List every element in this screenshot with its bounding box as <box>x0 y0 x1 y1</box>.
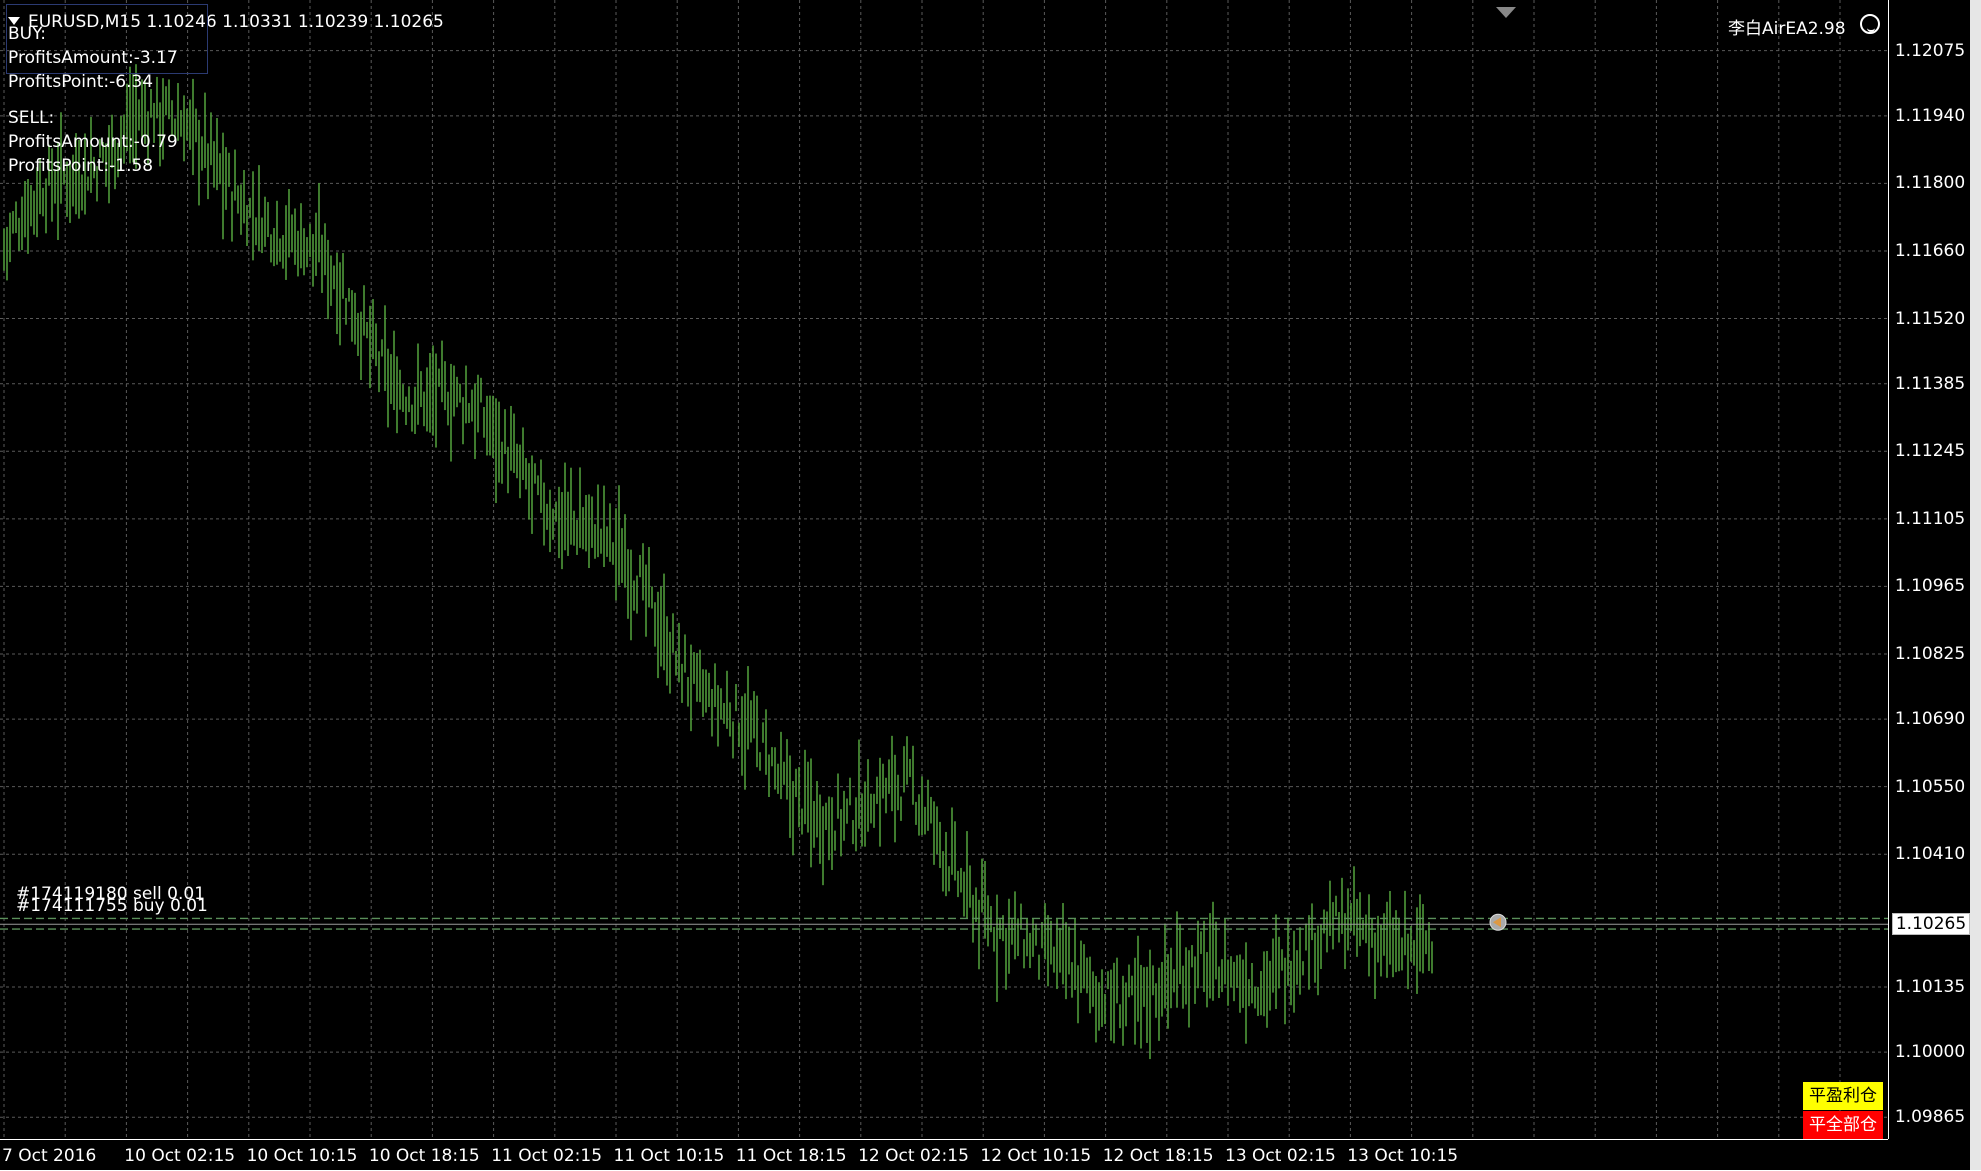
chart-shift-marker-icon[interactable] <box>1496 7 1516 18</box>
buy-profit-amount: ProfitsAmount:-3.17 <box>8 48 178 68</box>
price-tick-label: 1.11385 <box>1894 373 1966 394</box>
sell-profit-point: ProfitsPoint:-1.58 <box>8 156 154 176</box>
price-tick-label: 1.10000 <box>1894 1042 1966 1063</box>
close-profit-button[interactable]: 平盈利仓 <box>1803 1082 1883 1110</box>
price-axis[interactable]: 1.12075 1.11940 1.11800 1.11660 1.11520 1.113… <box>1888 0 1971 1139</box>
time-tick-label: 10 Oct 02:15 <box>124 1146 236 1166</box>
price-tick-label: 1.10825 <box>1894 643 1966 664</box>
price-tick-label: 1.09865 <box>1894 1107 1966 1128</box>
price-chart[interactable] <box>0 0 1888 1139</box>
buy-label: BUY: <box>8 24 46 44</box>
price-tick-label: 1.11940 <box>1894 105 1966 126</box>
time-tick-label: 10 Oct 10:15 <box>246 1146 358 1166</box>
price-tick-label: 1.10550 <box>1894 776 1966 797</box>
time-tick-label: 11 Oct 02:15 <box>491 1146 603 1166</box>
price-tick-label: 1.10690 <box>1894 709 1966 730</box>
time-tick-label: 10 Oct 18:15 <box>368 1146 480 1166</box>
time-tick-label: 11 Oct 18:15 <box>735 1146 847 1166</box>
chart-window[interactable]: EURUSD,M15 1.10246 1.10331 1.10239 1.102… <box>0 0 1971 1171</box>
expert-advisor-name: 李白AirEA2.98 <box>1728 19 1846 39</box>
price-tick-label: 1.10135 <box>1894 976 1966 997</box>
window-right-border <box>1970 0 1981 1170</box>
time-tick-label: 12 Oct 10:15 <box>980 1146 1092 1166</box>
time-tick-label: 13 Oct 02:15 <box>1225 1146 1336 1166</box>
price-tick-label: 1.11800 <box>1894 173 1966 194</box>
current-price-label: 1.10265 <box>1892 913 1970 936</box>
price-tick-label: 1.12075 <box>1894 40 1966 61</box>
price-tick-label: 1.11520 <box>1894 308 1966 329</box>
price-tick-label: 1.11105 <box>1894 508 1966 529</box>
time-tick-label: 12 Oct 02:15 <box>858 1146 969 1166</box>
buy-profit-point: ProfitsPoint:-6.34 <box>8 72 154 92</box>
buy-order-label[interactable]: #174111755 buy 0.01 <box>16 896 208 916</box>
time-tick-label: 7 Oct 2016 <box>2 1146 97 1166</box>
sell-label: SELL: <box>8 108 55 128</box>
price-tick-label: 1.11660 <box>1894 240 1966 261</box>
time-axis[interactable]: 7 Oct 2016 10 Oct 02:15 10 Oct 10:15 10 Oct… <box>0 1139 1888 1171</box>
time-tick-label: 13 Oct 10:15 <box>1347 1146 1459 1166</box>
time-tick-label: 11 Oct 10:15 <box>613 1146 725 1166</box>
price-tick-label: 1.10965 <box>1894 576 1966 597</box>
price-tick-label: 1.10410 <box>1894 844 1966 865</box>
price-tick-label: 1.11245 <box>1894 441 1966 462</box>
close-all-button[interactable]: 平全部仓 <box>1803 1111 1883 1139</box>
time-tick-label: 12 Oct 18:15 <box>1102 1146 1214 1166</box>
smiley-face-icon[interactable] <box>1860 14 1880 34</box>
sell-profit-amount: ProfitsAmount:-0.79 <box>8 132 178 152</box>
